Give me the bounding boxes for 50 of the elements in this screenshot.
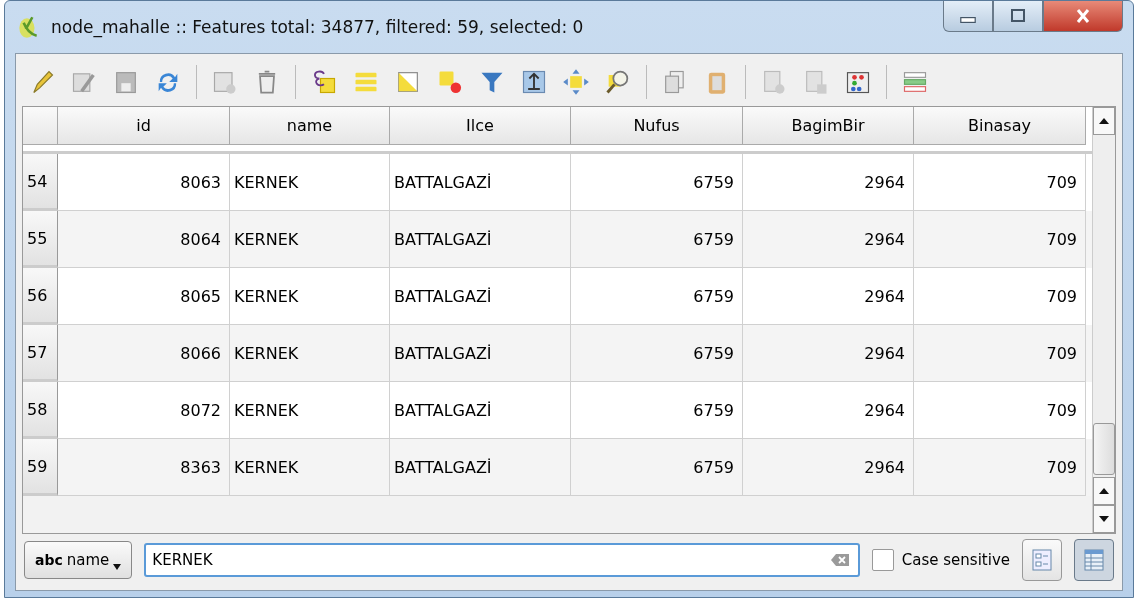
table-cell: BATTALGAZİ	[390, 325, 571, 382]
table-cell: 6759	[571, 211, 743, 268]
table-cell: BATTALGAZİ	[390, 211, 571, 268]
column-select-button[interactable]: abc name	[24, 541, 133, 579]
row-header[interactable]: 55	[23, 211, 58, 268]
table-cell: KERNEK	[230, 325, 390, 382]
corner-header[interactable]	[23, 107, 58, 145]
pan-arrows-icon[interactable]	[562, 68, 590, 96]
table-cell: 709	[914, 325, 1086, 382]
caret-icon	[113, 564, 122, 570]
column-header[interactable]: Nufus	[571, 107, 743, 145]
table-view-button[interactable]	[1074, 539, 1114, 581]
table-cell: 6759	[571, 325, 743, 382]
column-header[interactable]: Ilce	[390, 107, 571, 145]
table-cell: KERNEK	[230, 211, 390, 268]
column-header[interactable]: name	[230, 107, 390, 145]
table-cell: 8066	[58, 325, 230, 382]
scrollbar-thumb[interactable]	[1093, 423, 1115, 475]
maximize-icon	[1008, 8, 1028, 24]
row-header[interactable]: 58	[23, 382, 58, 439]
column-header[interactable]: Binasay	[914, 107, 1086, 145]
down-arrow-icon	[1098, 514, 1110, 524]
clear-icon[interactable]	[829, 552, 850, 568]
row-header[interactable]: 57	[23, 325, 58, 382]
up-arrow-icon	[1098, 486, 1110, 496]
scroll-up-button[interactable]	[1093, 107, 1115, 135]
up-arrow-icon	[1098, 116, 1110, 126]
table-cell: 2964	[743, 325, 914, 382]
table-cell: 8064	[58, 211, 230, 268]
column-header[interactable]: id	[58, 107, 230, 145]
row-header[interactable]: 54	[23, 154, 58, 211]
table-cell: 709	[914, 211, 1086, 268]
window-title: node_mahalle :: Features total: 34877, filtered: 59, selected: 0	[51, 17, 585, 37]
column-header[interactable]: BagimBir	[743, 107, 914, 145]
minimize-icon	[960, 17, 976, 23]
row-header[interactable]: 59	[23, 439, 58, 496]
maximize-button[interactable]	[993, 1, 1043, 32]
scroll-up-button[interactable]	[1093, 477, 1115, 505]
table-cell: 2964	[743, 211, 914, 268]
form-view-button[interactable]	[1022, 539, 1062, 581]
form-icon	[1031, 548, 1053, 572]
table-icon	[1083, 548, 1105, 572]
move-to-top-icon[interactable]	[520, 68, 548, 96]
close-button[interactable]	[1043, 1, 1123, 32]
minimize-button[interactable]	[943, 1, 993, 32]
row-header[interactable]: 56	[23, 268, 58, 325]
scroll-down-button[interactable]	[1093, 505, 1115, 533]
case-sensitive-checkbox[interactable]	[871, 549, 894, 571]
checkbox-label: Case sensitive	[901, 551, 1010, 569]
filter-field[interactable]: KERNEK	[144, 543, 860, 577]
